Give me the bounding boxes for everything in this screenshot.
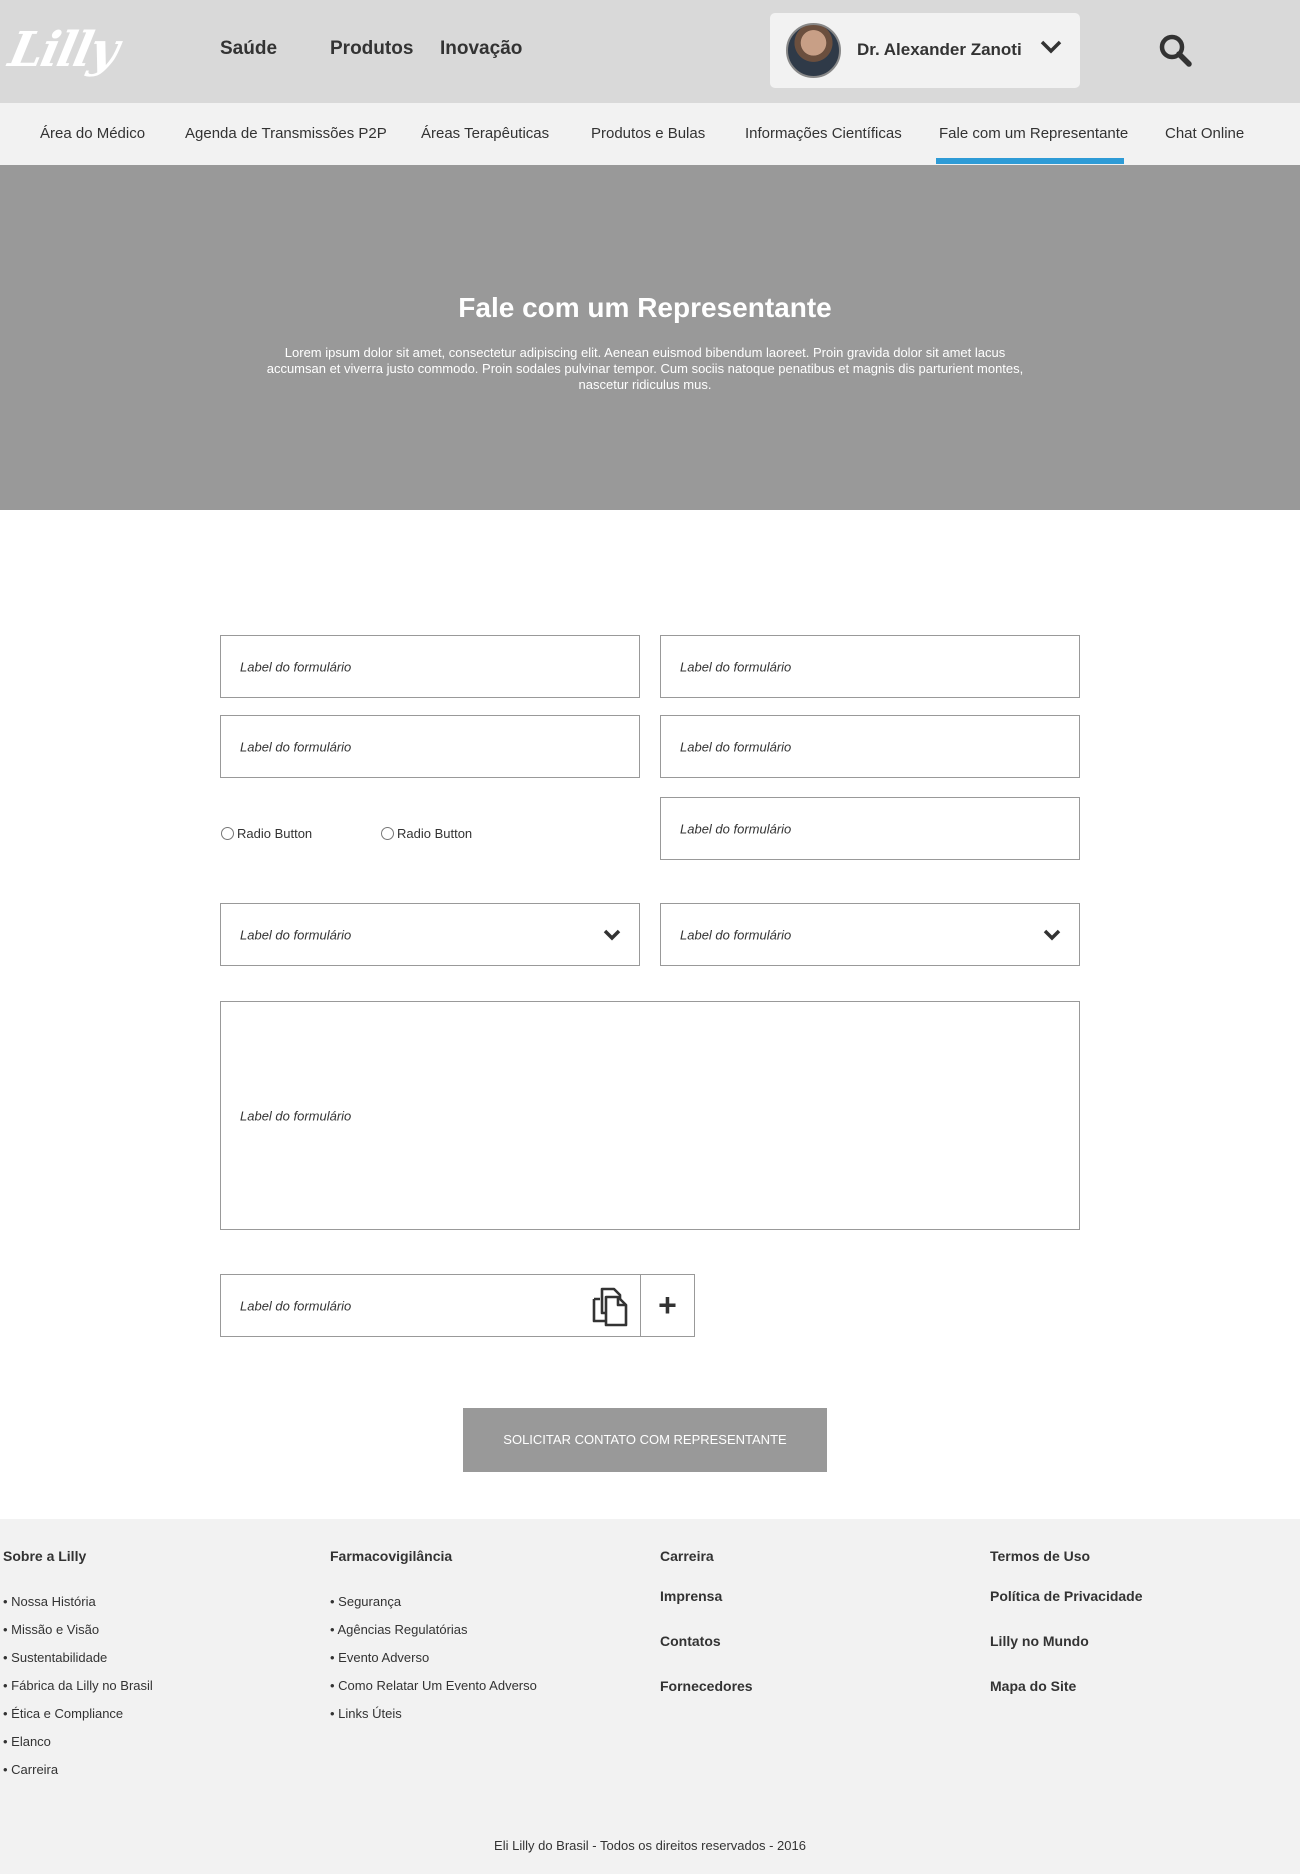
nav-saude[interactable]: Saúde: [220, 38, 277, 60]
radio-option-2[interactable]: Radio Button: [381, 826, 472, 841]
footer-heading-sobre[interactable]: Sobre a Lilly: [3, 1548, 86, 1564]
footer-link[interactable]: • Sustentabilidade: [3, 1650, 107, 1665]
footer-link-lilly-mundo[interactable]: Lilly no Mundo: [990, 1633, 1089, 1649]
tab-area-do-medico[interactable]: Área do Médico: [40, 103, 145, 165]
active-tab-indicator: [936, 158, 1124, 164]
select-field-2[interactable]: Label do formulário: [660, 903, 1080, 966]
footer-link-privacidade[interactable]: Política de Privacidade: [990, 1588, 1143, 1604]
select-field-1[interactable]: Label do formulário: [220, 903, 640, 966]
file-upload-field[interactable]: Label do formulário: [220, 1274, 641, 1337]
chevron-down-icon[interactable]: [1043, 929, 1061, 941]
footer-link-carreira[interactable]: Carreira: [660, 1548, 714, 1564]
footer-link-termos[interactable]: Termos de Uso: [990, 1548, 1090, 1564]
copyright-text: Eli Lilly do Brasil - Todos os direitos …: [494, 1838, 806, 1853]
avatar: [786, 23, 841, 78]
form-field-1[interactable]: Label do formulário: [220, 635, 640, 698]
field-label: Label do formulário: [680, 927, 792, 942]
hero-description: Lorem ipsum dolor sit amet, consectetur …: [266, 345, 1024, 392]
attach-file-icon[interactable]: [590, 1285, 632, 1327]
footer-link-imprensa[interactable]: Imprensa: [660, 1588, 722, 1604]
chevron-down-icon[interactable]: [1040, 39, 1062, 55]
field-label: Label do formulário: [240, 1108, 352, 1123]
field-label: Label do formulário: [680, 739, 792, 754]
footer-link[interactable]: • Evento Adverso: [330, 1650, 429, 1665]
field-label: Label do formulário: [240, 739, 352, 754]
radio-circle[interactable]: [381, 827, 394, 840]
field-label: Label do formulário: [240, 1298, 352, 1313]
radio-label: Radio Button: [237, 826, 313, 841]
lilly-logo[interactable]: Lilly: [4, 22, 122, 78]
footer-link[interactable]: • Missão e Visão: [3, 1622, 99, 1637]
hero-banner: Fale com um Representante Lorem ipsum do…: [0, 165, 1300, 510]
user-menu[interactable]: Dr. Alexander Zanoti: [770, 13, 1080, 88]
footer-link-fornecedores[interactable]: Fornecedores: [660, 1678, 753, 1694]
radio-option-1[interactable]: Radio Button: [221, 826, 312, 841]
footer-link-mapa-site[interactable]: Mapa do Site: [990, 1678, 1076, 1694]
tab-informacoes-cientificas[interactable]: Informações Científicas: [745, 103, 902, 165]
add-file-button[interactable]: +: [640, 1274, 695, 1337]
footer-link[interactable]: • Elanco: [3, 1734, 51, 1749]
nav-inovacao[interactable]: Inovação: [440, 38, 522, 60]
footer-link[interactable]: • Nossa História: [3, 1594, 96, 1609]
form-field-5[interactable]: Label do formulário: [660, 797, 1080, 860]
chevron-down-icon[interactable]: [603, 929, 621, 941]
top-header: Lilly Saúde Produtos Inovação Dr. Alexan…: [0, 0, 1300, 103]
nav-produtos[interactable]: Produtos: [330, 38, 413, 60]
footer-heading-farmacovigilancia[interactable]: Farmacovigilância: [330, 1548, 452, 1564]
tab-produtos-bulas[interactable]: Produtos e Bulas: [591, 103, 705, 165]
form-field-3[interactable]: Label do formulário: [220, 715, 640, 778]
page-title: Fale com um Representante: [458, 292, 832, 323]
user-name: Dr. Alexander Zanoti: [857, 40, 1022, 59]
footer-link[interactable]: • Como Relatar Um Evento Adverso: [330, 1678, 537, 1693]
form-field-2[interactable]: Label do formulário: [660, 635, 1080, 698]
secondary-nav: Área do Médico Agenda de Transmissões P2…: [0, 103, 1300, 165]
footer-link[interactable]: • Carreira: [3, 1762, 58, 1777]
footer-link-contatos[interactable]: Contatos: [660, 1633, 721, 1649]
field-label: Label do formulário: [680, 659, 792, 674]
footer-link[interactable]: • Links Úteis: [330, 1706, 402, 1721]
tab-chat-online[interactable]: Chat Online: [1165, 103, 1244, 165]
form-field-4[interactable]: Label do formulário: [660, 715, 1080, 778]
footer-link[interactable]: • Ética e Compliance: [3, 1706, 123, 1721]
message-textarea[interactable]: Label do formulário: [220, 1001, 1080, 1230]
plus-icon: +: [658, 1287, 677, 1323]
request-contact-button[interactable]: SOLICITAR CONTATO COM REPRESENTANTE: [463, 1408, 827, 1472]
footer-link[interactable]: • Segurança: [330, 1594, 401, 1609]
field-label: Label do formulário: [680, 821, 792, 836]
radio-circle[interactable]: [221, 827, 234, 840]
tab-areas-terapeuticas[interactable]: Áreas Terapêuticas: [421, 103, 549, 165]
footer-link[interactable]: • Fábrica da Lilly no Brasil: [3, 1678, 153, 1693]
search-icon[interactable]: [1158, 33, 1192, 67]
footer: [0, 1519, 1300, 1874]
footer-link[interactable]: • Agências Regulatórias: [330, 1622, 468, 1637]
radio-label: Radio Button: [397, 826, 473, 841]
tab-fale-representante[interactable]: Fale com um Representante: [939, 103, 1128, 165]
field-label: Label do formulário: [240, 659, 352, 674]
tab-agenda-p2p[interactable]: Agenda de Transmissões P2P: [185, 103, 387, 165]
field-label: Label do formulário: [240, 927, 352, 942]
